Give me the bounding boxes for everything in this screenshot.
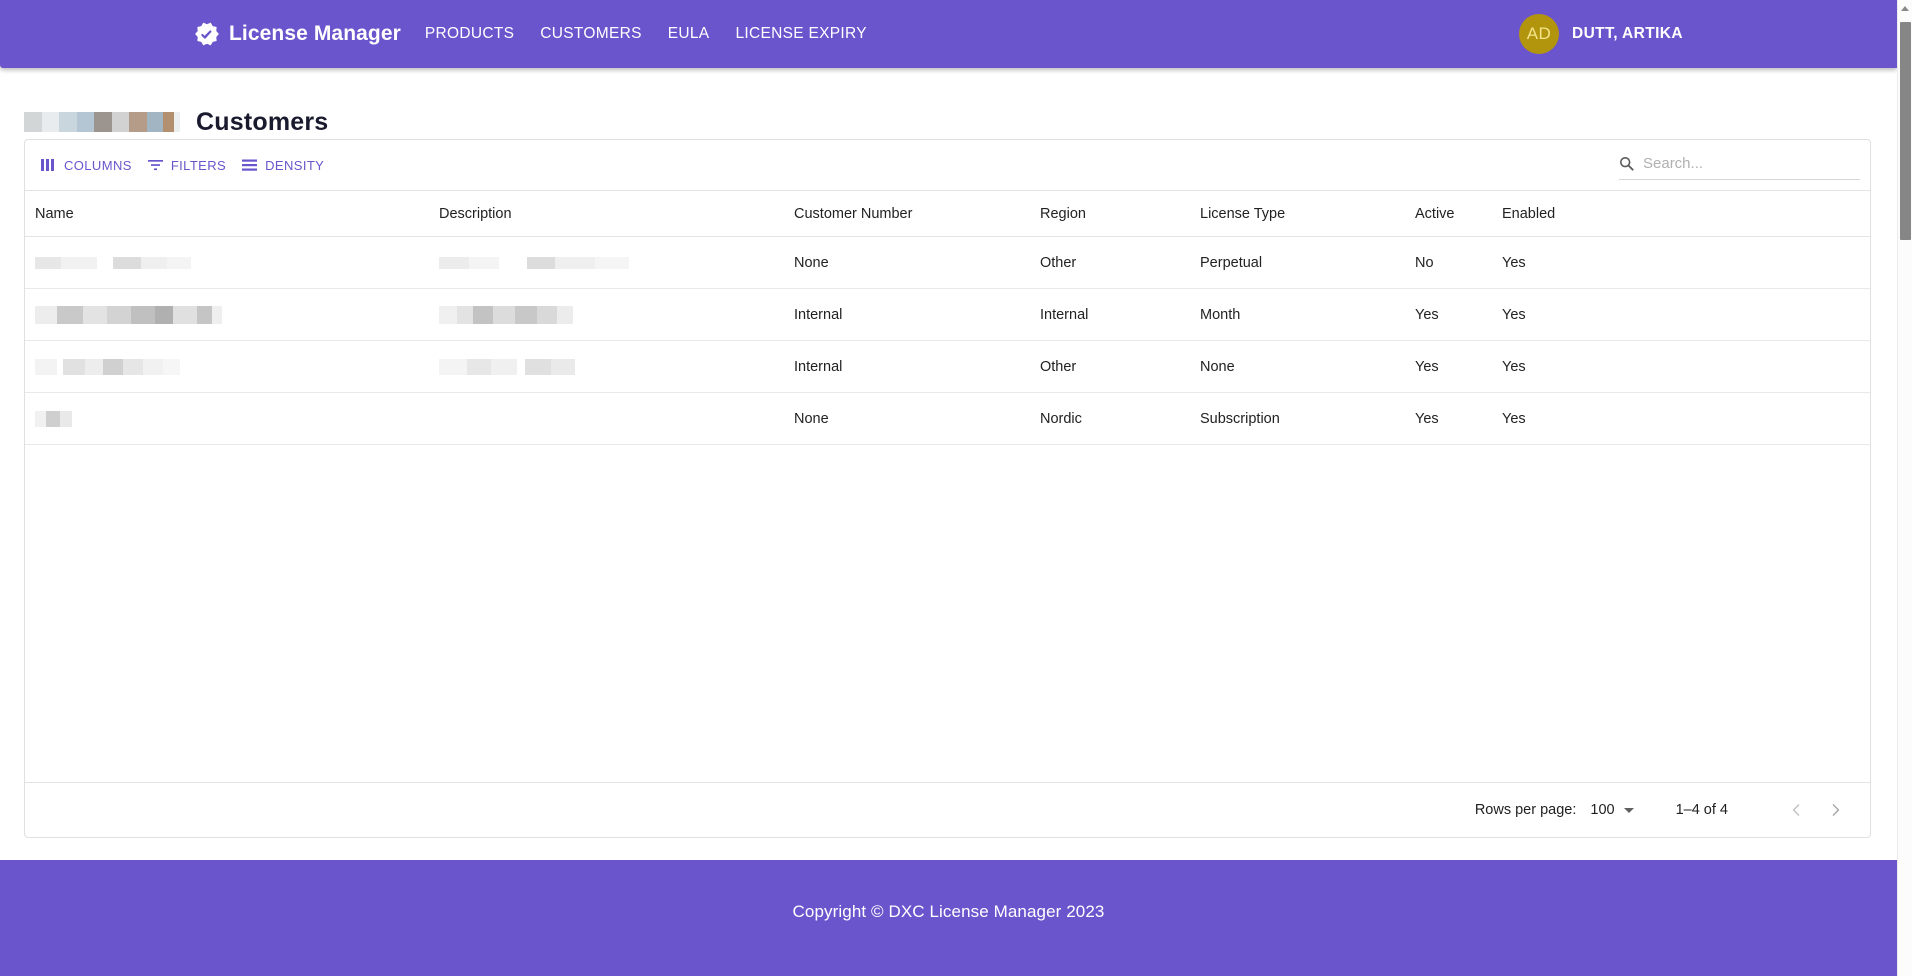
verified-badge-icon — [194, 21, 220, 47]
brand[interactable]: License Manager — [194, 21, 401, 47]
cell-region: Other — [1030, 255, 1190, 271]
table-row[interactable]: Internal Internal Month Yes Yes — [25, 289, 1870, 341]
cell-region: Internal — [1030, 307, 1190, 323]
density-icon — [242, 159, 257, 171]
nav-item-eula[interactable]: EULA — [668, 25, 710, 43]
previous-page-button[interactable] — [1776, 790, 1816, 830]
cell-active: No — [1405, 255, 1492, 271]
table-row[interactable]: None Nordic Subscription Yes Yes — [25, 393, 1870, 445]
grid-body: None Other Perpetual No Yes — [25, 237, 1870, 782]
site-footer: Copyright © DXC License Manager 2023 — [0, 860, 1897, 976]
brand-title: License Manager — [229, 22, 401, 46]
cell-enabled: Yes — [1492, 255, 1692, 271]
cell-name — [25, 306, 429, 324]
next-page-button[interactable] — [1816, 790, 1856, 830]
avatar: AD — [1519, 14, 1559, 54]
cell-customer-number: Internal — [784, 307, 1030, 323]
cell-enabled: Yes — [1492, 307, 1692, 323]
grid-header-row: Name Description Customer Number Region … — [25, 190, 1870, 237]
pagination-range-label: 1–4 of 4 — [1676, 802, 1728, 818]
density-button-label: DENSITY — [265, 158, 324, 173]
cell-enabled: Yes — [1492, 359, 1692, 375]
rows-per-page-select[interactable]: 100 — [1590, 802, 1633, 818]
chevron-down-icon — [1624, 808, 1634, 813]
user-menu[interactable]: AD DUTT, ARTIKA — [1519, 0, 1683, 68]
column-header-name[interactable]: Name — [25, 206, 429, 222]
filters-button-label: FILTERS — [171, 158, 226, 173]
chevron-left-icon — [1787, 801, 1805, 819]
page-title: Customers — [196, 108, 328, 137]
table-row[interactable]: None Other Perpetual No Yes — [25, 237, 1870, 289]
cell-description — [429, 256, 784, 270]
user-name: DUTT, ARTIKA — [1572, 25, 1683, 43]
cell-region: Nordic — [1030, 411, 1190, 427]
cell-license-type: None — [1190, 359, 1405, 375]
rows-per-page-value: 100 — [1590, 802, 1614, 818]
cell-customer-number: None — [784, 411, 1030, 427]
grid-toolbar: COLUMNS FILTERS — [25, 140, 1870, 190]
redacted-logo-image — [24, 112, 180, 132]
column-header-region[interactable]: Region — [1030, 206, 1190, 222]
nav-item-customers[interactable]: CUSTOMERS — [540, 25, 641, 43]
customers-data-grid: COLUMNS FILTERS — [24, 139, 1871, 838]
columns-button[interactable]: COLUMNS — [33, 150, 140, 180]
scrollbar-thumb[interactable] — [1900, 22, 1911, 240]
filters-button[interactable]: FILTERS — [140, 150, 234, 180]
nav-item-products[interactable]: PRODUCTS — [425, 25, 514, 43]
nav-item-license-expiry[interactable]: LICENSE EXPIRY — [735, 25, 866, 43]
table-row[interactable]: Internal Other None Yes Yes — [25, 341, 1870, 393]
cell-enabled: Yes — [1492, 411, 1692, 427]
filter-icon — [148, 159, 163, 171]
column-header-customer-number[interactable]: Customer Number — [784, 206, 1030, 222]
app-root: License Manager PRODUCTS CUSTOMERS EULA … — [0, 0, 1912, 976]
cell-customer-number: None — [784, 255, 1030, 271]
cell-region: Other — [1030, 359, 1190, 375]
pagination-bar: Rows per page: 100 1–4 of 4 — [25, 782, 1870, 837]
scroll-up-arrow-icon[interactable] — [1901, 6, 1909, 11]
cell-description — [429, 359, 784, 375]
chevron-right-icon — [1827, 801, 1845, 819]
cell-active: Yes — [1405, 411, 1492, 427]
cell-license-type: Perpetual — [1190, 255, 1405, 271]
column-header-enabled[interactable]: Enabled — [1492, 206, 1692, 222]
density-button[interactable]: DENSITY — [234, 150, 332, 180]
main-nav: PRODUCTS CUSTOMERS EULA LICENSE EXPIRY — [425, 25, 867, 43]
cell-name — [25, 411, 429, 427]
search-input[interactable] — [1643, 155, 1860, 172]
cell-license-type: Subscription — [1190, 411, 1405, 427]
search-icon — [1619, 156, 1634, 171]
copyright-text: Copyright © DXC License Manager 2023 — [793, 902, 1105, 922]
cell-active: Yes — [1405, 307, 1492, 323]
top-app-bar: License Manager PRODUCTS CUSTOMERS EULA … — [0, 0, 1897, 68]
rows-per-page-label: Rows per page: — [1475, 802, 1577, 818]
column-header-description[interactable]: Description — [429, 206, 784, 222]
columns-icon — [41, 159, 56, 171]
cell-license-type: Month — [1190, 307, 1405, 323]
columns-button-label: COLUMNS — [64, 158, 132, 173]
column-header-license-type[interactable]: License Type — [1190, 206, 1405, 222]
cell-description — [429, 306, 784, 324]
cell-active: Yes — [1405, 359, 1492, 375]
search-box[interactable] — [1619, 150, 1860, 180]
page-scrollbar[interactable] — [1897, 0, 1912, 976]
cell-name — [25, 256, 429, 270]
column-header-active[interactable]: Active — [1405, 206, 1492, 222]
cell-customer-number: Internal — [784, 359, 1030, 375]
cell-name — [25, 359, 429, 375]
